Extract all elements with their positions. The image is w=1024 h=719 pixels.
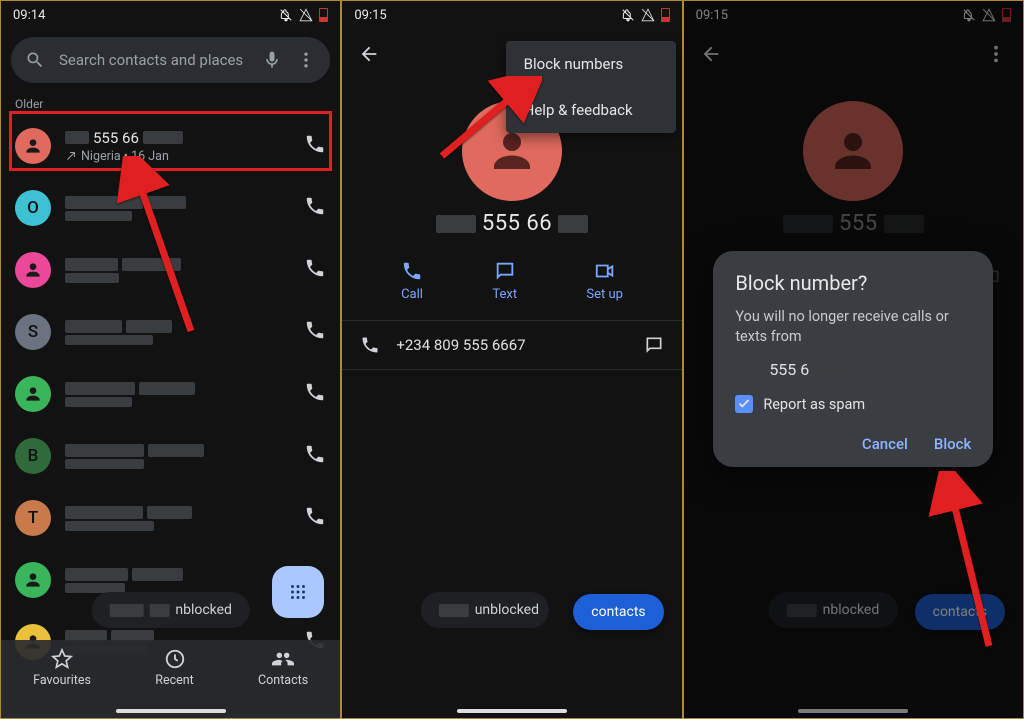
call-button[interactable] <box>304 133 326 159</box>
annotation-arrow <box>432 76 542 170</box>
spam-label: Report as spam <box>763 396 865 413</box>
group-icon <box>272 648 294 670</box>
panel-recents: 09:14 Search contacts and places Older 5… <box>0 0 341 719</box>
dialog-body: You will no longer receive calls or text… <box>735 307 971 346</box>
clock: 09:15 <box>354 8 386 23</box>
nav-contacts[interactable]: Contacts <box>258 648 308 688</box>
star-icon <box>51 648 73 670</box>
avatar <box>15 376 51 412</box>
call-button[interactable] <box>304 381 326 407</box>
status-icons <box>621 8 670 22</box>
contact-display-number: 555 66 <box>342 211 681 236</box>
avatar: T <box>15 500 51 536</box>
block-dialog: Block number? You will no longer receive… <box>713 251 993 467</box>
battery-low-icon <box>319 8 328 22</box>
phone-icon <box>360 335 380 355</box>
avatar <box>15 128 51 164</box>
row-number-fragment: 555 66 <box>93 129 139 147</box>
annotation-arrow <box>894 471 1004 655</box>
dialpad-fab[interactable] <box>272 566 324 618</box>
nav-handle <box>116 709 226 713</box>
action-call[interactable]: Call <box>401 260 423 302</box>
more-icon[interactable] <box>296 50 316 70</box>
person-icon <box>23 570 43 590</box>
avatar: S <box>15 314 51 350</box>
section-label-older: Older <box>1 91 340 115</box>
mic-icon[interactable] <box>262 50 282 70</box>
dialpad-icon <box>287 581 309 603</box>
call-button[interactable] <box>304 195 326 221</box>
contacts-pill[interactable]: contacts <box>573 594 663 630</box>
dnd-icon <box>621 8 635 22</box>
bottom-nav: Favourites Recent Contacts <box>1 640 340 718</box>
clock: 09:14 <box>13 8 45 23</box>
call-row[interactable] <box>1 363 340 425</box>
signal-icon <box>641 8 655 22</box>
call-row[interactable]: T <box>1 487 340 549</box>
nav-favourites[interactable]: Favourites <box>33 648 91 688</box>
avatar <box>15 562 51 598</box>
dialog-number: 555 6 <box>735 360 971 379</box>
status-bar: 09:15 <box>342 1 681 29</box>
call-button[interactable] <box>304 319 326 345</box>
checkbox-checked[interactable] <box>735 395 753 413</box>
toast-unblocked: unblocked <box>421 592 549 628</box>
avatar: O <box>15 190 51 226</box>
search-bar[interactable]: Search contacts and places <box>11 37 330 83</box>
call-button[interactable] <box>304 443 326 469</box>
nav-handle <box>457 709 567 713</box>
panel-block-dialog: 09:15 555 Block number? You will no long… <box>683 0 1024 719</box>
call-row[interactable]: B <box>1 425 340 487</box>
nav-recent[interactable]: Recent <box>155 648 194 688</box>
action-setup[interactable]: Set up <box>586 260 623 302</box>
dialog-block[interactable]: Block <box>934 435 971 453</box>
dnd-icon <box>279 8 293 22</box>
message-icon <box>494 260 516 282</box>
person-icon <box>23 260 43 280</box>
annotation-arrow <box>116 156 206 340</box>
back-button[interactable] <box>358 43 380 69</box>
dialog-cancel[interactable]: Cancel <box>862 435 908 453</box>
call-button[interactable] <box>304 257 326 283</box>
person-icon <box>23 136 43 156</box>
action-text[interactable]: Text <box>492 260 517 302</box>
spam-checkbox-row[interactable]: Report as spam <box>735 395 971 413</box>
search-placeholder: Search contacts and places <box>59 51 248 69</box>
status-icons <box>279 8 328 22</box>
check-icon <box>737 397 751 411</box>
signal-icon <box>299 8 313 22</box>
outgoing-call-icon <box>65 150 77 162</box>
battery-low-icon <box>661 8 670 22</box>
dialog-title: Block number? <box>735 271 971 295</box>
toast-unblocked: nblocked <box>91 592 250 628</box>
phone-icon <box>401 260 423 282</box>
contact-actions: Call Text Set up <box>342 254 681 320</box>
avatar: B <box>15 438 51 474</box>
phone-number-full: +234 809 555 6667 <box>396 336 525 354</box>
search-icon <box>25 50 45 70</box>
person-icon <box>23 384 43 404</box>
message-icon[interactable] <box>644 335 664 355</box>
call-button[interactable] <box>304 505 326 531</box>
status-bar: 09:14 <box>1 1 340 29</box>
panel-contact-menu: 09:15 555 66 Call Text Set up <box>341 0 682 719</box>
video-icon <box>594 260 616 282</box>
phone-detail-row[interactable]: +234 809 555 6667 <box>342 320 681 370</box>
clock-icon <box>164 648 186 670</box>
avatar <box>15 252 51 288</box>
